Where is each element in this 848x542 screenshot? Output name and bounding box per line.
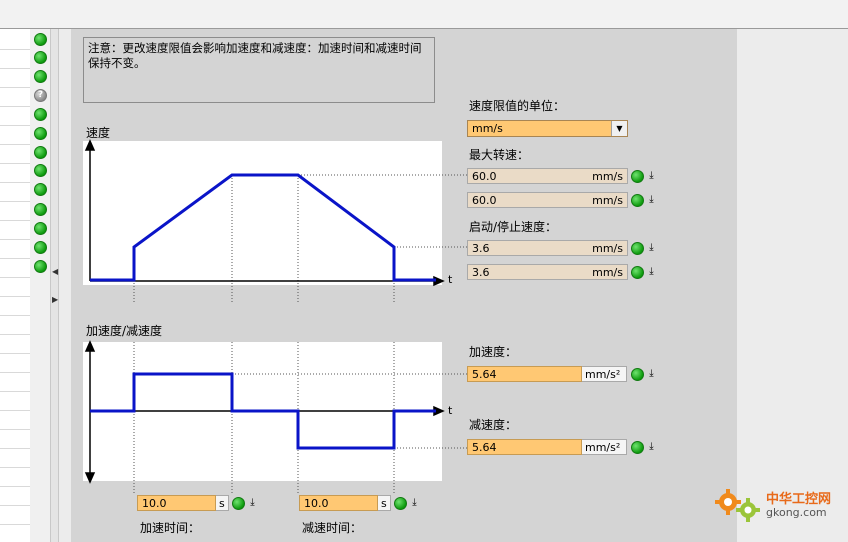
download-icon[interactable]: ⤓ [646, 169, 657, 183]
gear-logo-icon [715, 489, 760, 522]
deceleration-label: 减速度： [469, 418, 518, 432]
acceleration-label: 加速度： [469, 345, 518, 359]
green-status-icon [34, 222, 47, 235]
speed-unit-value: mm/s [472, 122, 503, 135]
chevron-down-icon[interactable]: ▼ [611, 121, 627, 136]
green-status-icon [34, 70, 47, 83]
speed-unit-label: 速度限值的单位： [469, 99, 566, 113]
download-icon[interactable]: ⤓ [646, 193, 657, 207]
download-icon[interactable]: ⤓ [646, 241, 657, 255]
accel-time-unit: s [216, 495, 229, 511]
download-icon[interactable]: ⤓ [646, 265, 657, 279]
start-stop-speed-value: 3.6 [472, 242, 490, 255]
accel-time-input[interactable]: 10.0 [137, 495, 216, 511]
start-stop-speed-label: 启动/停止速度： [469, 220, 558, 234]
acceleration-input[interactable]: 5.64 [467, 366, 582, 382]
watermark-cn: 中华工控网 [766, 492, 832, 507]
accel-time-value: 10.0 [142, 497, 167, 510]
max-speed-label: 最大转速： [469, 148, 530, 162]
green-status-icon [34, 260, 47, 273]
deceleration-value: 5.64 [472, 441, 497, 454]
deceleration-unit: mm/s² [582, 439, 627, 455]
green-status-icon [631, 368, 644, 381]
download-icon[interactable]: ⤓ [409, 496, 420, 510]
max-speed-unit-2: mm/s [592, 194, 623, 207]
green-status-icon [34, 51, 47, 64]
green-status-icon [34, 183, 47, 196]
green-status-icon [34, 164, 47, 177]
watermark-en: gkong.com [766, 506, 827, 519]
green-status-icon [34, 241, 47, 254]
acceleration-value: 5.64 [472, 368, 497, 381]
green-status-icon [631, 242, 644, 255]
decel-time-label: 减速时间： [302, 521, 363, 535]
accel-time-label: 加速时间： [140, 521, 201, 535]
download-icon[interactable]: ⤓ [646, 367, 657, 381]
green-status-icon [34, 33, 47, 46]
max-speed-value: 60.0 [472, 170, 497, 183]
max-speed-value-2: 60.0 [472, 194, 497, 207]
green-status-icon [631, 266, 644, 279]
max-speed-field[interactable]: 60.0 mm/s [467, 168, 628, 184]
start-stop-speed-unit-2: mm/s [592, 266, 623, 279]
accel-chart-time-axis-label: t [448, 404, 453, 417]
green-status-icon [631, 441, 644, 454]
decel-time-unit: s [378, 495, 391, 511]
speed-unit-dropdown[interactable]: mm/s ▼ [467, 120, 628, 137]
acceleration-profile-diagram [84, 340, 467, 495]
start-stop-speed-field[interactable]: 3.6 mm/s [467, 240, 628, 256]
question-icon: ? [34, 89, 47, 102]
green-status-icon [34, 127, 47, 140]
watermark-logo: 中华工控网 gkong.com [712, 486, 842, 522]
deceleration-input[interactable]: 5.64 [467, 439, 582, 455]
start-stop-speed-value-2: 3.6 [472, 266, 490, 279]
download-icon[interactable]: ⤓ [646, 440, 657, 454]
green-status-icon [394, 497, 407, 510]
max-speed-field-2[interactable]: 60.0 mm/s [467, 192, 628, 208]
decel-time-input[interactable]: 10.0 [299, 495, 378, 511]
max-speed-unit: mm/s [592, 170, 623, 183]
acceleration-unit: mm/s² [582, 366, 627, 382]
decel-time-value: 10.0 [304, 497, 329, 510]
green-status-icon [34, 146, 47, 159]
green-status-icon [631, 170, 644, 183]
download-icon[interactable]: ⤓ [247, 496, 258, 510]
start-stop-speed-unit: mm/s [592, 242, 623, 255]
green-status-icon [34, 108, 47, 121]
start-stop-speed-field-2[interactable]: 3.6 mm/s [467, 264, 628, 280]
green-status-icon [232, 497, 245, 510]
green-status-icon [631, 194, 644, 207]
green-status-icon [34, 203, 47, 216]
